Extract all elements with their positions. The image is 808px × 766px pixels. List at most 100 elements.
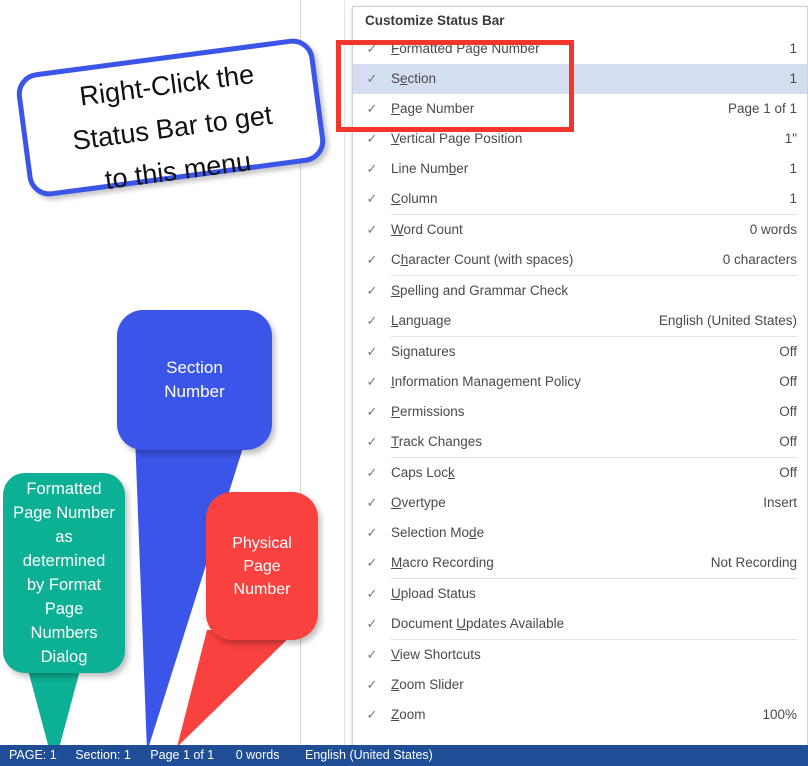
formatted-page-callout-line-4: determined: [22, 552, 106, 570]
menu-item-spelling-and-grammar-check[interactable]: ✓ Spelling and Grammar Check: [353, 276, 807, 306]
check-icon-empty: ✓: [366, 555, 378, 570]
instruction-callout: Right-Click the Status Bar to get to thi…: [14, 35, 328, 200]
menu-item-label: Permissions: [391, 404, 465, 419]
menu-item-label: Selection Mode: [391, 525, 485, 540]
menu-item-permissions[interactable]: ✓ Permissions Off: [353, 397, 807, 427]
menu-item-selection-mode[interactable]: ✓ Selection Mode: [353, 518, 807, 548]
section-callout-line-2: Number: [164, 382, 225, 401]
menu-item-formatted-page-number[interactable]: ✓ Formatted Page Number 1: [353, 34, 807, 64]
check-icon-empty: ✓: [366, 404, 378, 419]
check-icon-empty: ✓: [366, 131, 378, 146]
menu-item-label: Information Management Policy: [391, 374, 581, 389]
formatted-page-callout-line-2: Page Number: [13, 504, 115, 522]
menu-item-section[interactable]: ✓ Section 1: [353, 64, 807, 94]
section-callout-line-1: Section: [166, 358, 223, 377]
menu-item-word-count[interactable]: ✓ Word Count 0 words: [353, 215, 807, 245]
section-number-callout: Section Number: [117, 310, 272, 450]
menu-item-macro-recording[interactable]: ✓ Macro Recording Not Recording: [353, 548, 807, 578]
menu-item-label: Zoom Slider: [391, 677, 464, 692]
check-icon-empty: ✓: [366, 434, 378, 449]
menu-item-label: Formatted Page Number: [391, 41, 540, 56]
physical-page-callout-line-1: Physical: [232, 534, 292, 552]
check-icon-empty: ✓: [366, 161, 378, 176]
menu-item-upload-status[interactable]: ✓ Upload Status: [353, 579, 807, 609]
menu-item-page-number[interactable]: ✓ Page Number Page 1 of 1: [353, 94, 807, 124]
check-icon-empty: ✓: [366, 465, 378, 480]
formatted-page-callout-line-7: Numbers: [30, 624, 98, 642]
check-icon: ✓: [366, 647, 378, 662]
menu-item-information-management-policy[interactable]: ✓ Information Management Policy Off: [353, 367, 807, 397]
check-icon: ✓: [366, 344, 378, 359]
menu-item-value: Not Recording: [710, 555, 797, 570]
check-icon-empty: ✓: [366, 374, 378, 389]
menu-item-view-shortcuts[interactable]: ✓ View Shortcuts: [353, 640, 807, 670]
status-page[interactable]: PAGE: 1: [9, 745, 57, 766]
menu-item-label: Column: [391, 191, 438, 206]
menu-item-label: Zoom: [391, 707, 426, 722]
menu-item-track-changes[interactable]: ✓ Track Changes Off: [353, 427, 807, 457]
menu-item-line-number[interactable]: ✓ Line Number 1: [353, 154, 807, 184]
menu-item-caps-lock[interactable]: ✓ Caps Lock Off: [353, 458, 807, 488]
menu-item-zoom-slider[interactable]: ✓ Zoom Slider: [353, 670, 807, 700]
check-icon: ✓: [366, 101, 378, 116]
menu-item-value: Off: [779, 344, 797, 359]
menu-item-label: Page Number: [391, 101, 475, 116]
menu-item-label: Macro Recording: [391, 555, 494, 570]
menu-item-value: Off: [779, 374, 797, 389]
status-section[interactable]: Section: 1: [75, 745, 131, 766]
menu-item-zoom[interactable]: ✓ Zoom 100%: [353, 700, 807, 730]
menu-item-value: Off: [779, 404, 797, 419]
menu-item-label: Spelling and Grammar Check: [391, 283, 569, 298]
formatted-page-callout-line-8: Dialog: [40, 648, 88, 666]
formatted-page-callout-line-1: Formatted: [26, 480, 102, 498]
formatted-page-callout-line-3: as: [55, 528, 73, 546]
word-status-bar[interactable]: PAGE: 1 Section: 1 Page 1 of 1 0 words E…: [0, 745, 808, 766]
menu-item-label: Language: [391, 313, 452, 328]
physical-page-number-callout: Physical Page Number: [206, 492, 318, 640]
menu-item-label: Caps Lock: [391, 465, 455, 480]
formatted-page-number-callout: Formatted Page Number as determined by F…: [3, 473, 125, 673]
status-language[interactable]: English (United States): [305, 745, 433, 766]
check-icon: ✓: [366, 677, 378, 692]
menu-title: Customize Status Bar: [365, 13, 505, 28]
check-icon-empty: ✓: [366, 252, 378, 267]
menu-item-label: Line Number: [391, 161, 469, 176]
menu-item-overtype[interactable]: ✓ Overtype Insert: [353, 488, 807, 518]
menu-item-label: Upload Status: [391, 586, 476, 601]
customize-status-bar-menu[interactable]: Customize Status Bar ✓ Formatted Page Num…: [352, 6, 808, 754]
check-icon-empty: ✓: [366, 525, 378, 540]
menu-item-document-updates-available[interactable]: ✓ Document Updates Available: [353, 609, 807, 639]
document-page-right-edge: [344, 0, 345, 745]
menu-item-value: 1: [789, 191, 797, 206]
physical-page-callout-line-2: Page: [243, 557, 281, 575]
menu-item-label: Vertical Page Position: [391, 131, 523, 146]
menu-item-label: Character Count (with spaces): [391, 252, 574, 267]
menu-item-language[interactable]: ✓ Language English (United States): [353, 306, 807, 336]
status-page-number[interactable]: Page 1 of 1: [150, 745, 214, 766]
check-icon-empty: ✓: [366, 495, 378, 510]
menu-item-value: Page 1 of 1: [727, 101, 797, 116]
menu-item-column[interactable]: ✓ Column 1: [353, 184, 807, 214]
check-icon: ✓: [366, 313, 378, 328]
menu-item-signatures[interactable]: ✓ Signatures Off: [353, 337, 807, 367]
formatted-page-callout-line-6: Page: [44, 600, 84, 618]
check-icon: ✓: [366, 707, 378, 722]
check-icon: ✓: [366, 283, 378, 298]
menu-item-label: Section: [391, 71, 437, 86]
menu-item-vertical-page-position[interactable]: ✓ Vertical Page Position 1": [353, 124, 807, 154]
menu-item-value: English (United States): [658, 313, 797, 328]
menu-item-value: 1": [784, 131, 797, 146]
menu-item-value: 1: [789, 41, 797, 56]
check-icon: ✓: [366, 616, 378, 631]
menu-item-value: 1: [789, 161, 797, 176]
menu-item-value: 100%: [762, 707, 797, 722]
menu-item-value: Insert: [763, 495, 797, 510]
status-word-count[interactable]: 0 words: [236, 745, 280, 766]
menu-item-list[interactable]: ✓ Formatted Page Number 1 ✓ Section 1 ✓ Page Nu…: [353, 34, 807, 730]
menu-item-label: Track Changes: [391, 434, 483, 449]
menu-item-character-count-with-spaces[interactable]: ✓ Character Count (with spaces) 0 characte…: [353, 245, 807, 275]
menu-item-value: 0 words: [749, 222, 797, 237]
check-icon: ✓: [366, 71, 378, 86]
menu-item-value: Off: [779, 434, 797, 449]
menu-item-value: Off: [779, 465, 797, 480]
